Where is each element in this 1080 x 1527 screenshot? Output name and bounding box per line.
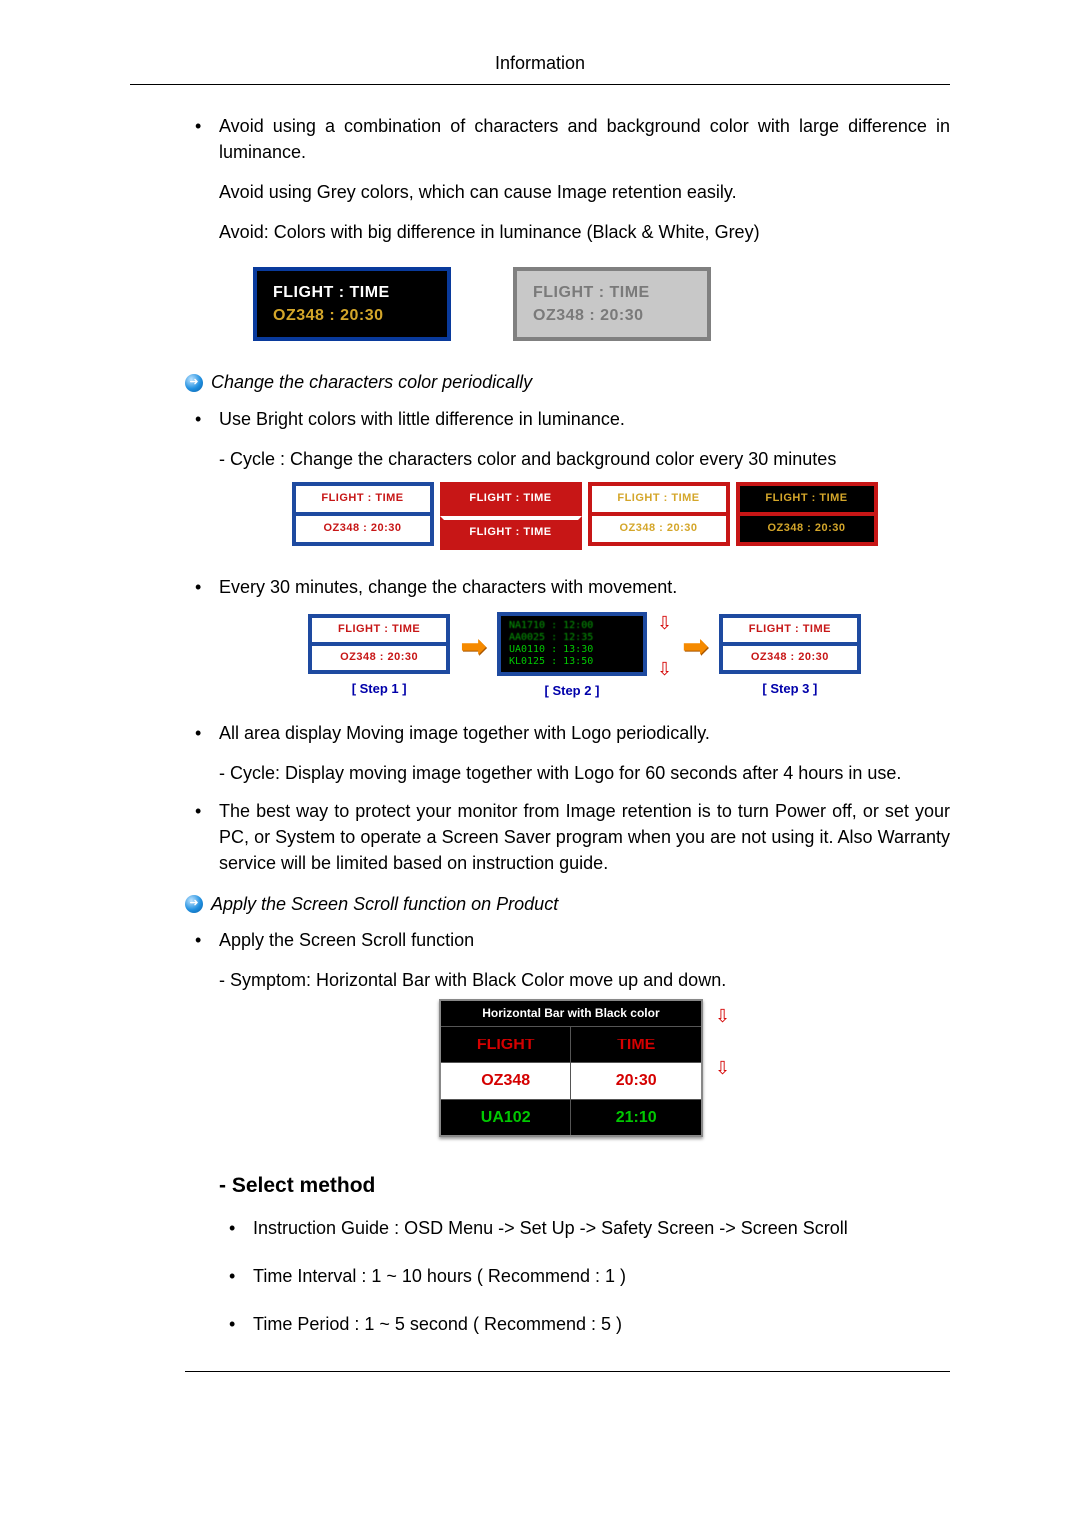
tile-text: OZ348 : 20:30	[736, 516, 878, 546]
table-row: OZ348 20:30	[441, 1062, 701, 1098]
example-text: OZ348 : 20:30	[257, 304, 447, 327]
tile-text: FLIGHT : TIME	[719, 614, 861, 646]
page-header: Information	[130, 50, 950, 85]
list-item: Use Bright colors with little difference…	[185, 406, 950, 562]
step-tile: FLIGHT : TIME OZ348 : 20:30	[308, 614, 450, 674]
scroll-line: AA0025 : 12:35	[501, 632, 643, 644]
table-cell: TIME	[570, 1026, 701, 1062]
pin-down-icon: ⇩	[657, 610, 672, 636]
step-tile-scrolling: NA1710 : 12:00 AA0025 : 12:35 UA0110 : 1…	[497, 612, 647, 676]
movement-pins: ⇩ ⇩	[715, 999, 730, 1137]
table-cell: UA102	[441, 1099, 571, 1135]
list-item: Apply the Screen Scroll function - Sympt…	[185, 927, 950, 1338]
black-bar-icon	[441, 1036, 571, 1039]
tile-text: OZ348 : 20:30	[719, 646, 861, 674]
heading-text: Change the characters color periodically	[211, 369, 532, 395]
paragraph: Avoid using Grey colors, which can cause…	[219, 179, 950, 205]
scroll-line: UA0110 : 13:30	[501, 644, 643, 656]
paragraph: - Cycle: Display moving image together w…	[219, 760, 950, 786]
arrow-bullet-icon: ➜	[185, 895, 203, 913]
page: Information Avoid using a combination of…	[0, 0, 1080, 1432]
tile-text: FLIGHT : TIME	[440, 516, 582, 550]
color-tile: FLIGHT : TIME FLIGHT : TIME	[440, 482, 582, 550]
black-bar-icon	[571, 1036, 701, 1039]
paragraph: Use Bright colors with little difference…	[219, 409, 625, 429]
arrow-right-icon: ➡	[460, 623, 487, 689]
step-label: [ Step 3 ]	[762, 680, 817, 699]
footer-rule	[185, 1371, 950, 1372]
figure-color-cycle: FLIGHT : TIME OZ348 : 20:30 FLIGHT : TIM…	[219, 472, 950, 562]
example-text: FLIGHT : TIME	[257, 281, 447, 304]
table-cell: OZ348	[441, 1062, 571, 1098]
paragraph: - Cycle : Change the characters color an…	[219, 446, 950, 472]
step-label: [ Step 1 ]	[352, 680, 407, 699]
paragraph: - Symptom: Horizontal Bar with Black Col…	[219, 967, 950, 993]
color-tile: FLIGHT : TIME OZ348 : 20:30	[736, 482, 878, 550]
movement-pins: ⇩ ⇩	[657, 610, 672, 702]
pin-down-icon: ⇩	[715, 1003, 730, 1029]
pin-down-icon: ⇩	[715, 1055, 730, 1081]
list-item: All area display Moving image together w…	[185, 720, 950, 786]
heading-text: Apply the Screen Scroll function on Prod…	[211, 891, 558, 917]
tile-text: OZ348 : 20:30	[308, 646, 450, 674]
table-cell: 20:30	[570, 1062, 701, 1098]
scroll-line: KL0125 : 13:50	[501, 656, 643, 668]
scroll-line: NA1710 : 12:00	[501, 620, 643, 632]
tile-text: OZ348 : 20:30	[292, 516, 434, 546]
tile-text: FLIGHT : TIME	[588, 482, 730, 516]
list-item: Time Period : 1 ~ 5 second ( Recommend :…	[219, 1311, 950, 1337]
tile-text: FLIGHT : TIME	[440, 482, 582, 516]
section-heading: ➜ Apply the Screen Scroll function on Pr…	[185, 891, 950, 917]
tile-text: OZ348 : 20:30	[588, 516, 730, 546]
paragraph: Avoid: Colors with big difference in lum…	[219, 219, 950, 245]
step-label: [ Step 2 ]	[545, 682, 600, 701]
table-row: UA102 21:10	[441, 1099, 701, 1135]
paragraph: Avoid using a combination of characters …	[219, 116, 950, 162]
paragraph: Every 30 minutes, change the characters …	[219, 577, 677, 597]
tile-text: FLIGHT : TIME	[292, 482, 434, 516]
step-column: NA1710 : 12:00 AA0025 : 12:35 UA0110 : 1…	[497, 612, 647, 701]
list-item: The best way to protect your monitor fro…	[185, 798, 950, 876]
subheading: - Select method	[219, 1171, 950, 1201]
list-item: Every 30 minutes, change the characters …	[185, 574, 950, 708]
paragraph: All area display Moving image together w…	[219, 723, 710, 743]
section-heading: ➜ Change the characters color periodical…	[185, 369, 950, 395]
scroll-table: Horizontal Bar with Black color FLIGHT T…	[439, 999, 703, 1137]
figure-luminance-examples: FLIGHT : TIME OZ348 : 20:30 FLIGHT : TIM…	[219, 245, 950, 355]
list-item: Time Interval : 1 ~ 10 hours ( Recommend…	[219, 1263, 950, 1289]
table-cell: 21:10	[570, 1099, 701, 1135]
arrow-right-icon: ➡	[682, 623, 709, 689]
example-box-grey: FLIGHT : TIME OZ348 : 20:30	[513, 267, 711, 341]
list-item: Avoid using a combination of characters …	[185, 113, 950, 355]
pin-down-icon: ⇩	[657, 656, 672, 682]
step-tile: FLIGHT : TIME OZ348 : 20:30	[719, 614, 861, 674]
arrow-bullet-icon: ➜	[185, 374, 203, 392]
step-column: FLIGHT : TIME OZ348 : 20:30 [ Step 1 ]	[308, 614, 450, 699]
step-column: FLIGHT : TIME OZ348 : 20:30 [ Step 3 ]	[719, 614, 861, 699]
example-text: FLIGHT : TIME	[517, 281, 707, 304]
tile-text: FLIGHT : TIME	[308, 614, 450, 646]
list-item: Instruction Guide : OSD Menu -> Set Up -…	[219, 1215, 950, 1241]
color-tile: FLIGHT : TIME OZ348 : 20:30	[292, 482, 434, 550]
example-box-dark: FLIGHT : TIME OZ348 : 20:30	[253, 267, 451, 341]
table-row: FLIGHT TIME	[441, 1026, 701, 1062]
color-tile: FLIGHT : TIME OZ348 : 20:30	[588, 482, 730, 550]
tile-text: FLIGHT : TIME	[736, 482, 878, 516]
paragraph: The best way to protect your monitor fro…	[219, 801, 950, 873]
content-body: Avoid using a combination of characters …	[130, 113, 950, 1372]
paragraph: Apply the Screen Scroll function	[219, 930, 474, 950]
table-cell: FLIGHT	[441, 1026, 571, 1062]
example-text: OZ348 : 20:30	[517, 304, 707, 327]
scroll-table-title: Horizontal Bar with Black color	[441, 1001, 701, 1026]
figure-screen-scroll: Horizontal Bar with Black color FLIGHT T…	[219, 993, 950, 1147]
figure-movement-steps: FLIGHT : TIME OZ348 : 20:30 [ Step 1 ] ➡…	[219, 600, 950, 708]
